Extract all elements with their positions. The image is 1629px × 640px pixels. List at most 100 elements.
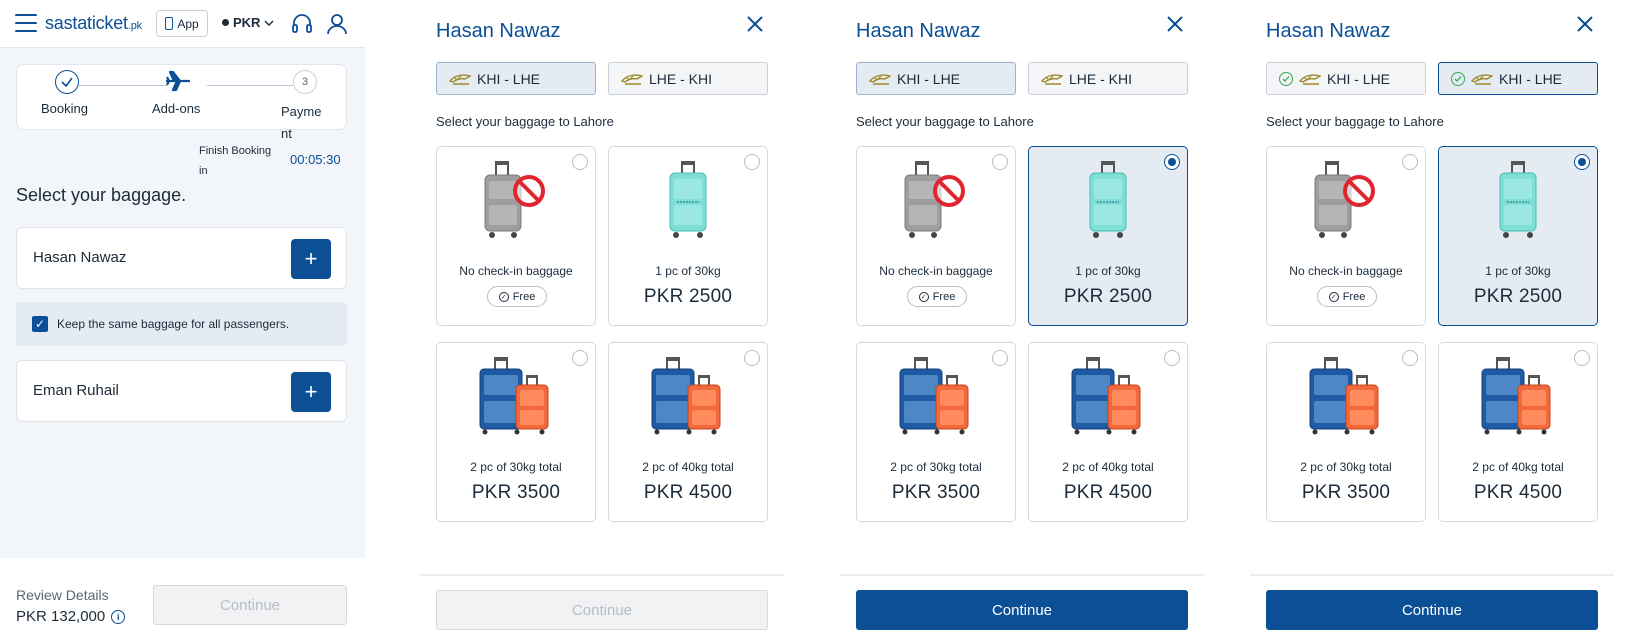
free-badge: ✓ Free (487, 286, 547, 307)
total-price: PKR 132,000 i (16, 608, 126, 625)
continue-button[interactable]: Continue (856, 590, 1188, 630)
baggage-option-label: 1 pc of 30kg (1485, 264, 1551, 278)
baggage-subtitle: Select your baggage to Lahore (436, 114, 614, 129)
baggage-panel: Hasan Nawaz KHI - LHE LHE - KHI Select your… (420, 0, 784, 640)
site-logo[interactable]: sastaticket.pk (45, 13, 142, 34)
close-icon[interactable] (1165, 14, 1185, 34)
info-icon[interactable]: i (111, 609, 126, 624)
route-tab[interactable]: KHI - LHE (436, 62, 596, 95)
baggage-option-price: PKR 2500 (643, 286, 733, 307)
currency-icon (222, 19, 229, 26)
step-done-icon (55, 70, 79, 94)
passenger-title: Hasan Nawaz (436, 20, 561, 42)
headset-icon[interactable] (290, 12, 314, 36)
baggage-option-label: No check-in baggage (879, 264, 993, 278)
baggage-option[interactable]: 2 pc of 30kg total PKR 3500 (856, 342, 1016, 522)
route-tab-label: KHI - LHE (1327, 70, 1391, 87)
baggage-option[interactable]: 2 pc of 30kg total PKR 3500 (436, 342, 596, 522)
baggage-option-price: PKR 3500 (1301, 482, 1391, 503)
chevron-down-icon (264, 20, 274, 26)
route-tab-label: LHE - KHI (1069, 70, 1133, 87)
suitcase-icon (1499, 161, 1537, 238)
suitcase-icon (1089, 161, 1127, 238)
baggage-option[interactable]: No check-in baggage ✓ Free (1266, 146, 1426, 326)
route-tab[interactable]: KHI - LHE (1266, 62, 1426, 95)
close-icon[interactable] (1575, 14, 1595, 34)
baggage-option-label: 1 pc of 30kg (655, 264, 721, 278)
baggage-option[interactable]: No check-in baggage ✓ Free (856, 146, 1016, 326)
keep-same-label: Keep the same baggage for all passengers… (57, 317, 290, 331)
passenger-card: Eman Ruhail + (16, 360, 347, 422)
suitcase-icon (669, 161, 707, 238)
baggage-option[interactable]: 2 pc of 40kg total PKR 4500 (608, 342, 768, 522)
check-circle-icon (1451, 71, 1465, 86)
progress-line (79, 85, 167, 86)
baggage-option-label: 2 pc of 40kg total (1472, 460, 1564, 474)
divider (1250, 574, 1614, 576)
continue-button[interactable]: Continue (436, 590, 768, 630)
baggage-option[interactable]: 1 pc of 30kg PKR 2500 (1028, 146, 1188, 326)
close-icon[interactable] (745, 14, 765, 34)
baggage-option[interactable]: 2 pc of 40kg total PKR 4500 (1028, 342, 1188, 522)
add-baggage-button[interactable]: + (291, 372, 331, 412)
baggage-subtitle: Select your baggage to Lahore (856, 114, 1034, 129)
baggage-option-label: 2 pc of 30kg total (1300, 460, 1392, 474)
passenger-card: Hasan Nawaz + (16, 227, 347, 289)
step-number: 3 (293, 70, 317, 94)
route-tab[interactable]: LHE - KHI (1028, 62, 1188, 95)
two-suitcases-icon (1481, 357, 1551, 435)
baggage-option-label: 1 pc of 30kg (1075, 264, 1141, 278)
airline-logo-icon (449, 73, 471, 85)
baggage-option[interactable]: 1 pc of 30kg PKR 2500 (1438, 146, 1598, 326)
route-tab[interactable]: LHE - KHI (608, 62, 768, 95)
baggage-panel: Hasan Nawaz KHI - LHE KHI - LHE Select your… (1250, 0, 1614, 640)
user-icon[interactable] (325, 12, 349, 36)
passenger-title: Hasan Nawaz (1266, 20, 1391, 42)
divider (840, 574, 1204, 576)
route-tab[interactable]: KHI - LHE (1438, 62, 1598, 95)
baggage-panel: Hasan Nawaz KHI - LHE LHE - KHI Select your… (840, 0, 1204, 640)
app-download-button[interactable]: App (156, 10, 208, 37)
baggage-option-label: No check-in baggage (1289, 264, 1403, 278)
baggage-option[interactable]: 2 pc of 30kg total PKR 3500 (1266, 342, 1426, 522)
baggage-option-price: PKR 3500 (891, 482, 981, 503)
currency-selector[interactable]: PKR (222, 15, 274, 30)
airline-logo-icon (1041, 73, 1063, 85)
step-label-payment: Payment (281, 104, 322, 141)
progress-line (207, 85, 293, 86)
booking-progress: 3 Booking Add-ons Payment (16, 64, 347, 141)
two-suitcases-icon (1309, 357, 1379, 435)
baggage-option[interactable]: 2 pc of 40kg total PKR 4500 (1438, 342, 1598, 522)
airplane-icon (166, 70, 190, 92)
finish-booking-label: Finish Booking in (199, 145, 272, 177)
add-baggage-button[interactable]: + (291, 239, 331, 279)
baggage-option[interactable]: No check-in baggage ✓ Free (436, 146, 596, 326)
passenger-name: Hasan Nawaz (33, 249, 127, 266)
baggage-option-price: PKR 4500 (643, 482, 733, 503)
airline-logo-icon (869, 73, 891, 85)
baggage-option-price: PKR 2500 (1473, 286, 1563, 307)
keep-same-baggage[interactable]: ✓ Keep the same baggage for all passenge… (16, 302, 347, 346)
passenger-name: Eman Ruhail (33, 382, 119, 399)
checkbox-checked-icon[interactable]: ✓ (32, 316, 48, 332)
menu-icon[interactable] (15, 14, 37, 32)
route-tab[interactable]: KHI - LHE (856, 62, 1016, 95)
route-tab-label: LHE - KHI (649, 70, 713, 87)
baggage-option[interactable]: 1 pc of 30kg PKR 2500 (608, 146, 768, 326)
check-circle-icon: ✓ (918, 291, 929, 302)
route-tab-label: KHI - LHE (1499, 70, 1563, 87)
continue-button[interactable]: Continue (153, 585, 347, 625)
baggage-option-label: 2 pc of 40kg total (642, 460, 734, 474)
phone-icon (165, 17, 174, 30)
step-label-booking: Booking (41, 101, 88, 116)
baggage-option-price: PKR 4500 (1473, 482, 1563, 503)
continue-button[interactable]: Continue (1266, 590, 1598, 630)
baggage-option-label: No check-in baggage (459, 264, 573, 278)
review-details-link[interactable]: Review Details (16, 587, 109, 603)
no-baggage-icon (1314, 161, 1375, 238)
baggage-option-price: PKR 4500 (1063, 482, 1153, 503)
baggage-option-label: 2 pc of 40kg total (1062, 460, 1154, 474)
route-tab-label: KHI - LHE (897, 70, 961, 87)
no-baggage-icon (484, 161, 545, 238)
checkout-footer: Review Details PKR 132,000 i Continue (0, 558, 365, 640)
